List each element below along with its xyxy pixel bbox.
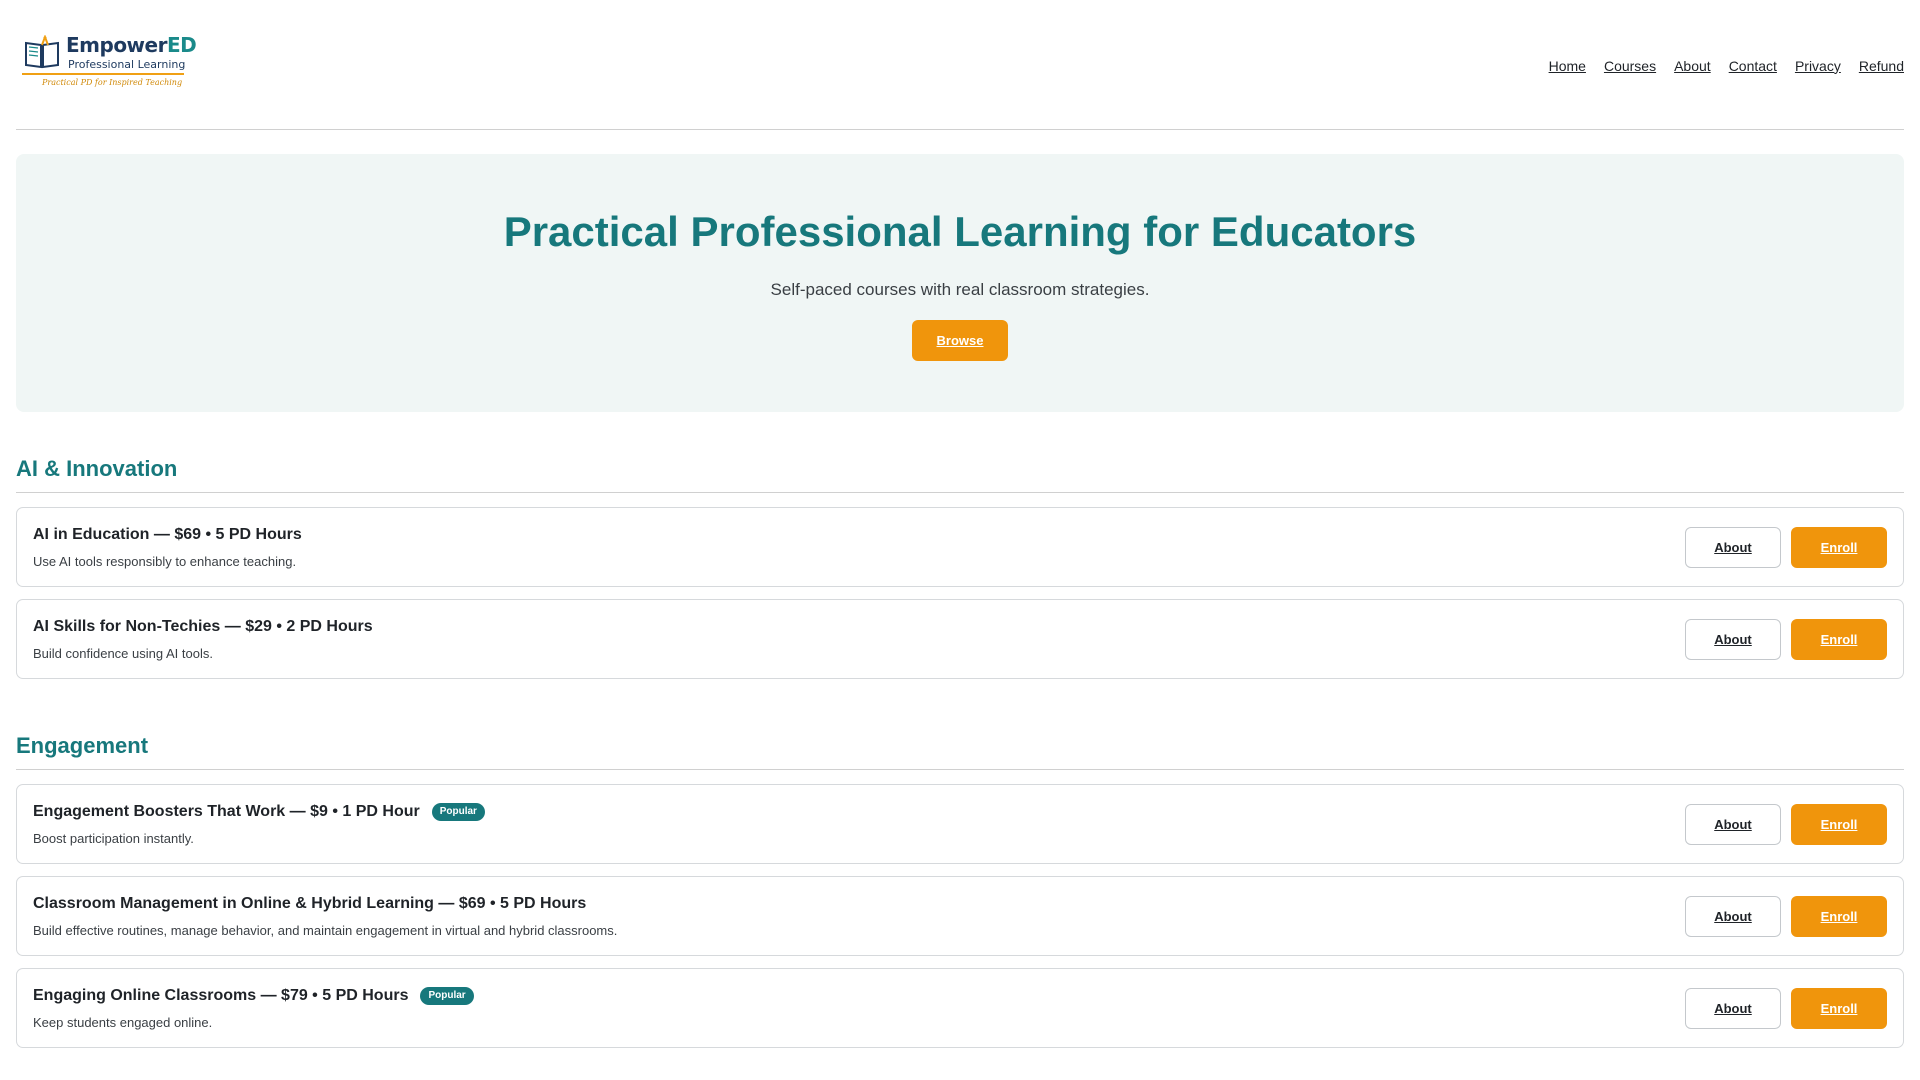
course-title: AI Skills for Non-Techies — $29 • 2 PD H…	[33, 617, 373, 635]
course-info: AI Skills for Non-Techies — $29 • 2 PD H…	[33, 618, 373, 661]
course-title: AI in Education — $69 • 5 PD Hours	[33, 525, 302, 543]
logo-row: EmpowerED Professional Learning	[22, 32, 197, 71]
nav-link-courses[interactable]: Courses	[1604, 58, 1656, 74]
about-button[interactable]: About	[1685, 987, 1781, 1029]
course-info: AI in Education — $69 • 5 PD Hours Use A…	[33, 526, 302, 569]
brand-name-accent: ED	[166, 32, 197, 57]
course-card: Engagement Boosters That Work — $9 • 1 P…	[16, 784, 1904, 864]
course-card: Engaging Online Classrooms — $79 • 5 PD …	[16, 968, 1904, 1048]
course-description: Boost participation instantly.	[33, 830, 194, 846]
enroll-button[interactable]: Enroll	[1791, 526, 1887, 568]
enroll-button[interactable]: Enroll	[1791, 987, 1887, 1029]
section-title: Engagement	[16, 733, 1904, 770]
course-card: Classroom Management in Online & Hybrid …	[16, 876, 1904, 956]
enroll-button[interactable]: Enroll	[1791, 803, 1887, 845]
about-button[interactable]: About	[1685, 618, 1781, 660]
brand-tagline: Practical PD for Inspired Teaching	[42, 77, 183, 87]
popular-badge: Popular	[431, 802, 485, 821]
hero-subtitle: Self-paced courses with real classroom s…	[770, 280, 1150, 299]
course-title: Classroom Management in Online & Hybrid …	[33, 894, 587, 912]
course-title-row: Engagement Boosters That Work — $9 • 1 P…	[33, 802, 485, 821]
hero-banner: Practical Professional Learning for Educ…	[16, 154, 1904, 412]
course-list: Engagement Boosters That Work — $9 • 1 P…	[16, 784, 1904, 1048]
brand-logo[interactable]: EmpowerED Professional Learning Practica…	[22, 35, 197, 87]
course-title-row: Classroom Management in Online & Hybrid …	[33, 895, 617, 913]
about-button[interactable]: About	[1685, 526, 1781, 568]
course-card: AI in Education — $69 • 5 PD Hours Use A…	[16, 507, 1904, 587]
logo-text: EmpowerED Professional Learning	[66, 32, 197, 71]
nav-link-refund[interactable]: Refund	[1859, 58, 1904, 74]
about-button[interactable]: About	[1685, 803, 1781, 845]
course-actions: About Enroll	[1685, 987, 1887, 1029]
course-actions: About Enroll	[1685, 895, 1887, 937]
course-description: Build effective routines, manage behavio…	[33, 922, 618, 938]
course-description: Build confidence using AI tools.	[33, 645, 213, 661]
course-info: Engagement Boosters That Work — $9 • 1 P…	[33, 802, 485, 846]
course-title-row: Engaging Online Classrooms — $79 • 5 PD …	[33, 986, 474, 1005]
site-header: EmpowerED Professional Learning Practica…	[16, 0, 1904, 130]
brand-name-main: Empower	[66, 32, 167, 57]
open-book-icon	[25, 35, 59, 69]
enroll-button[interactable]: Enroll	[1791, 618, 1887, 660]
course-info: Classroom Management in Online & Hybrid …	[33, 895, 617, 938]
course-actions: About Enroll	[1685, 803, 1887, 845]
course-title-row: AI in Education — $69 • 5 PD Hours	[33, 526, 302, 544]
page: EmpowerED Professional Learning Practica…	[0, 0, 1920, 1080]
course-card: AI Skills for Non-Techies — $29 • 2 PD H…	[16, 599, 1904, 679]
enroll-button[interactable]: Enroll	[1791, 895, 1887, 937]
hero-title: Practical Professional Learning for Educ…	[503, 208, 1417, 255]
nav-link-about[interactable]: About	[1674, 58, 1711, 74]
course-description: Use AI tools responsibly to enhance teac…	[33, 553, 297, 569]
course-actions: About Enroll	[1685, 618, 1887, 660]
course-info: Engaging Online Classrooms — $79 • 5 PD …	[33, 986, 474, 1030]
popular-badge: Popular	[420, 986, 474, 1005]
nav-link-privacy[interactable]: Privacy	[1795, 58, 1841, 74]
course-list: AI in Education — $69 • 5 PD Hours Use A…	[16, 507, 1904, 679]
main-nav: Home Courses About Contact Privacy Refun…	[1549, 58, 1904, 74]
brand-subtitle: Professional Learning	[68, 57, 186, 71]
course-actions: About Enroll	[1685, 526, 1887, 568]
brand-name: EmpowerED	[66, 32, 197, 57]
logo-divider	[22, 72, 184, 75]
about-button[interactable]: About	[1685, 895, 1781, 937]
nav-link-contact[interactable]: Contact	[1729, 58, 1777, 74]
course-title: Engaging Online Classrooms — $79 • 5 PD …	[33, 986, 409, 1004]
section-ai-innovation: AI & Innovation AI in Education — $69 • …	[16, 456, 1904, 679]
course-description: Keep students engaged online.	[33, 1014, 213, 1030]
course-title-row: AI Skills for Non-Techies — $29 • 2 PD H…	[33, 618, 373, 636]
section-engagement: Engagement Engagement Boosters That Work…	[16, 733, 1904, 1048]
section-title: AI & Innovation	[16, 456, 1904, 493]
browse-button[interactable]: Browse	[912, 320, 1008, 361]
course-title: Engagement Boosters That Work — $9 • 1 P…	[33, 802, 420, 820]
nav-link-home[interactable]: Home	[1549, 58, 1586, 74]
